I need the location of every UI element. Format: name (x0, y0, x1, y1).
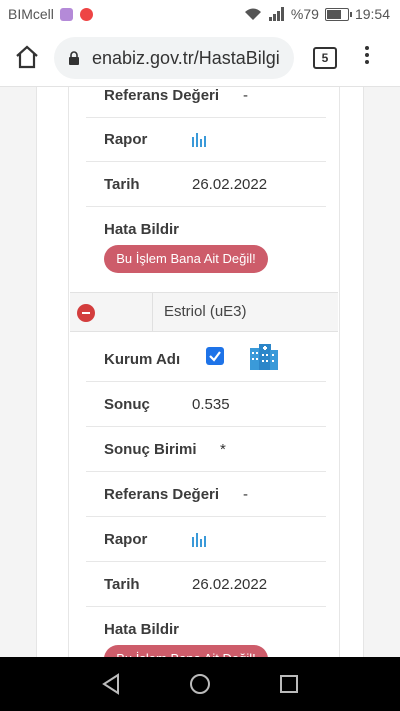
notification-icon (60, 8, 73, 21)
report-label: Rapor (104, 531, 148, 548)
report-chart-icon[interactable] (192, 131, 208, 147)
overflow-menu-icon[interactable] (364, 46, 370, 70)
carrier-name: BIMcell (8, 6, 54, 22)
row-date-prev: Tarih 26.02.2022 (86, 162, 326, 207)
android-nav-bar (0, 657, 400, 711)
page-content: Referans Değeri - Rapor Tarih 26.02.2022… (0, 87, 400, 657)
date-label: Tarih (104, 576, 140, 593)
institution-checkbox[interactable] (206, 347, 224, 365)
recents-icon[interactable] (279, 673, 299, 695)
lock-icon (69, 51, 79, 65)
reference-label: Referans Değeri (104, 486, 220, 503)
reference-value: - (243, 87, 248, 104)
clock: 19:54 (354, 6, 390, 22)
date-value: 26.02.2022 (192, 176, 268, 193)
battery-icon (324, 7, 352, 21)
test-name: Estriol (uE3) (164, 303, 247, 320)
error-report-label: Hata Bildir (104, 621, 180, 638)
reference-value: - (243, 486, 248, 503)
row-date: Tarih 26.02.2022 (86, 562, 326, 607)
row-unit: Sonuç Birimi * (86, 427, 326, 472)
row-report-prev: Rapor (86, 117, 326, 162)
browser-toolbar: enabiz.gov.tr/HastaBilgi 5 (0, 30, 400, 87)
url-text: enabiz.gov.tr/HastaBilgi (92, 48, 280, 68)
institution-label: Kurum Adı (104, 351, 181, 368)
collapse-icon[interactable] (77, 304, 95, 322)
not-mine-button[interactable]: Bu İşlem Bana Ait Değil! (104, 245, 268, 273)
wifi-icon (244, 8, 261, 20)
test-section-header: Estriol (uE3) (70, 292, 338, 332)
back-icon[interactable] (100, 673, 122, 695)
date-value: 26.02.2022 (192, 576, 268, 593)
header-divider (152, 293, 153, 331)
report-label: Rapor (104, 131, 148, 148)
home-icon[interactable] (14, 44, 40, 70)
row-reference-prev: Referans Değeri - (86, 87, 326, 118)
signal-icon (268, 7, 284, 21)
battery-percent: %79 (290, 6, 319, 22)
date-label: Tarih (104, 176, 140, 193)
row-result: Sonuç 0.535 (86, 382, 326, 427)
error-report-label: Hata Bildir (104, 221, 180, 238)
tab-switcher-button[interactable]: 5 (313, 47, 337, 69)
hospital-icon[interactable] (248, 342, 280, 372)
reference-label: Referans Değeri (104, 87, 220, 104)
row-reference: Referans Değeri - (86, 472, 326, 517)
address-bar[interactable]: enabiz.gov.tr/HastaBilgi (54, 37, 294, 79)
result-value: 0.535 (192, 396, 230, 413)
result-label: Sonuç (104, 396, 150, 413)
chrome-icon (80, 8, 93, 21)
not-mine-button[interactable]: Bu İşlem Bana Ait Değil! (104, 645, 268, 657)
status-bar: BIMcell %79 19:54 (0, 0, 400, 30)
row-institution: Kurum Adı (86, 337, 326, 382)
home-nav-icon[interactable] (189, 673, 211, 695)
unit-label: Sonuç Birimi (104, 441, 197, 458)
row-report: Rapor (86, 517, 326, 562)
report-chart-icon[interactable] (192, 531, 208, 547)
unit-value: * (220, 441, 226, 458)
